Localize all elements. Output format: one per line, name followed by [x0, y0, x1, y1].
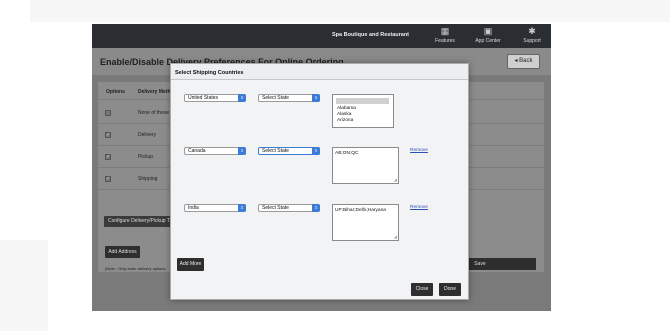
grid-icon: ▦ [440, 26, 450, 36]
dropdown-arrow-icon: ⇕ [238, 147, 246, 155]
state-select[interactable]: Select State ⇕ [258, 94, 320, 102]
dropdown-arrow-icon: ⇕ [238, 94, 246, 102]
state-select-value: Select State [262, 205, 289, 211]
dropdown-arrow-icon: ⇕ [312, 204, 320, 212]
left-background-strip [0, 240, 48, 331]
states-textarea-value: UP;Bihar;Delhi;Haryana [335, 208, 386, 213]
states-textarea[interactable]: AB;ON;QC ◢ [332, 147, 399, 184]
remove-link[interactable]: Remove [410, 148, 428, 153]
add-address-button[interactable]: Add Address [105, 246, 140, 258]
listbox-selected-blank [336, 98, 389, 104]
dropdown-arrow-icon: ⇕ [312, 94, 320, 102]
remove-link[interactable]: Remove [410, 205, 428, 210]
states-textarea-value: AB;ON;QC [335, 151, 359, 156]
lifebuoy-icon: ✱ [528, 26, 536, 36]
nav-support-label: Support [523, 38, 541, 44]
listbox-item[interactable]: Arizona [337, 118, 353, 123]
checkbox-shipping[interactable]: ✓ [105, 176, 111, 182]
row-label-delivery: Delivery [138, 132, 157, 138]
row-label-none: None of these [138, 110, 170, 116]
dropdown-arrow-icon: ⇕ [312, 147, 320, 155]
back-button[interactable]: ◂ Back [507, 54, 540, 69]
country-select-value: Canada [188, 148, 206, 154]
checkbox-delivery[interactable]: ✓ [105, 132, 111, 138]
top-background-strip [30, 0, 670, 22]
country-select-value: United States [188, 95, 219, 101]
state-select-value: Select State [262, 95, 289, 101]
modal-header: Select Shipping Countries [171, 64, 468, 80]
delivery-note: (Note : Only enter delivery options [105, 266, 166, 271]
listbox-item[interactable]: Alaska [337, 112, 351, 117]
close-button[interactable]: Close [411, 283, 433, 296]
add-more-button[interactable]: Add More [177, 258, 204, 271]
nav-app-center-label: App Center [475, 38, 501, 44]
country-select[interactable]: India ⇕ [184, 204, 246, 212]
column-header-options: Options [106, 89, 125, 95]
nav-support[interactable]: ✱ Support [517, 26, 547, 44]
states-listbox[interactable]: Alabama Alaska Arizona [332, 94, 394, 128]
state-select[interactable]: Select State ⇕ [258, 147, 320, 155]
country-select-value: India [188, 205, 199, 211]
checkbox-none[interactable] [105, 110, 111, 116]
app-center-icon: ▣ [483, 26, 493, 36]
shipping-countries-modal: Select Shipping Countries United States … [170, 63, 469, 300]
nav-app-center[interactable]: ▣ App Center [473, 26, 503, 44]
nav-features[interactable]: ▦ Features [430, 26, 460, 44]
country-select[interactable]: Canada ⇕ [184, 147, 246, 155]
brand-name: Spa Boutique and Restaurant [332, 32, 410, 38]
nav-features-label: Features [435, 38, 455, 44]
resize-grip-icon[interactable]: ◢ [394, 178, 397, 182]
country-select[interactable]: United States ⇕ [184, 94, 246, 102]
state-select[interactable]: Select State ⇕ [258, 204, 320, 212]
dropdown-arrow-icon: ⇕ [238, 204, 246, 212]
modal-title: Select Shipping Countries [175, 70, 244, 76]
column-header-delivery-method: Delivery Meth [138, 89, 171, 95]
top-header: Spa Boutique and Restaurant ▦ Features ▣… [92, 24, 551, 48]
listbox-item[interactable]: Alabama [337, 106, 356, 111]
state-select-value: Select State [262, 148, 289, 154]
row-label-shipping: Shipping [138, 176, 158, 182]
done-button[interactable]: Done [439, 283, 461, 296]
row-label-pickup: Pickup [138, 154, 154, 160]
checkbox-pickup[interactable]: ✓ [105, 154, 111, 160]
resize-grip-icon[interactable]: ◢ [394, 235, 397, 239]
states-textarea[interactable]: UP;Bihar;Delhi;Haryana ◢ [332, 204, 399, 241]
